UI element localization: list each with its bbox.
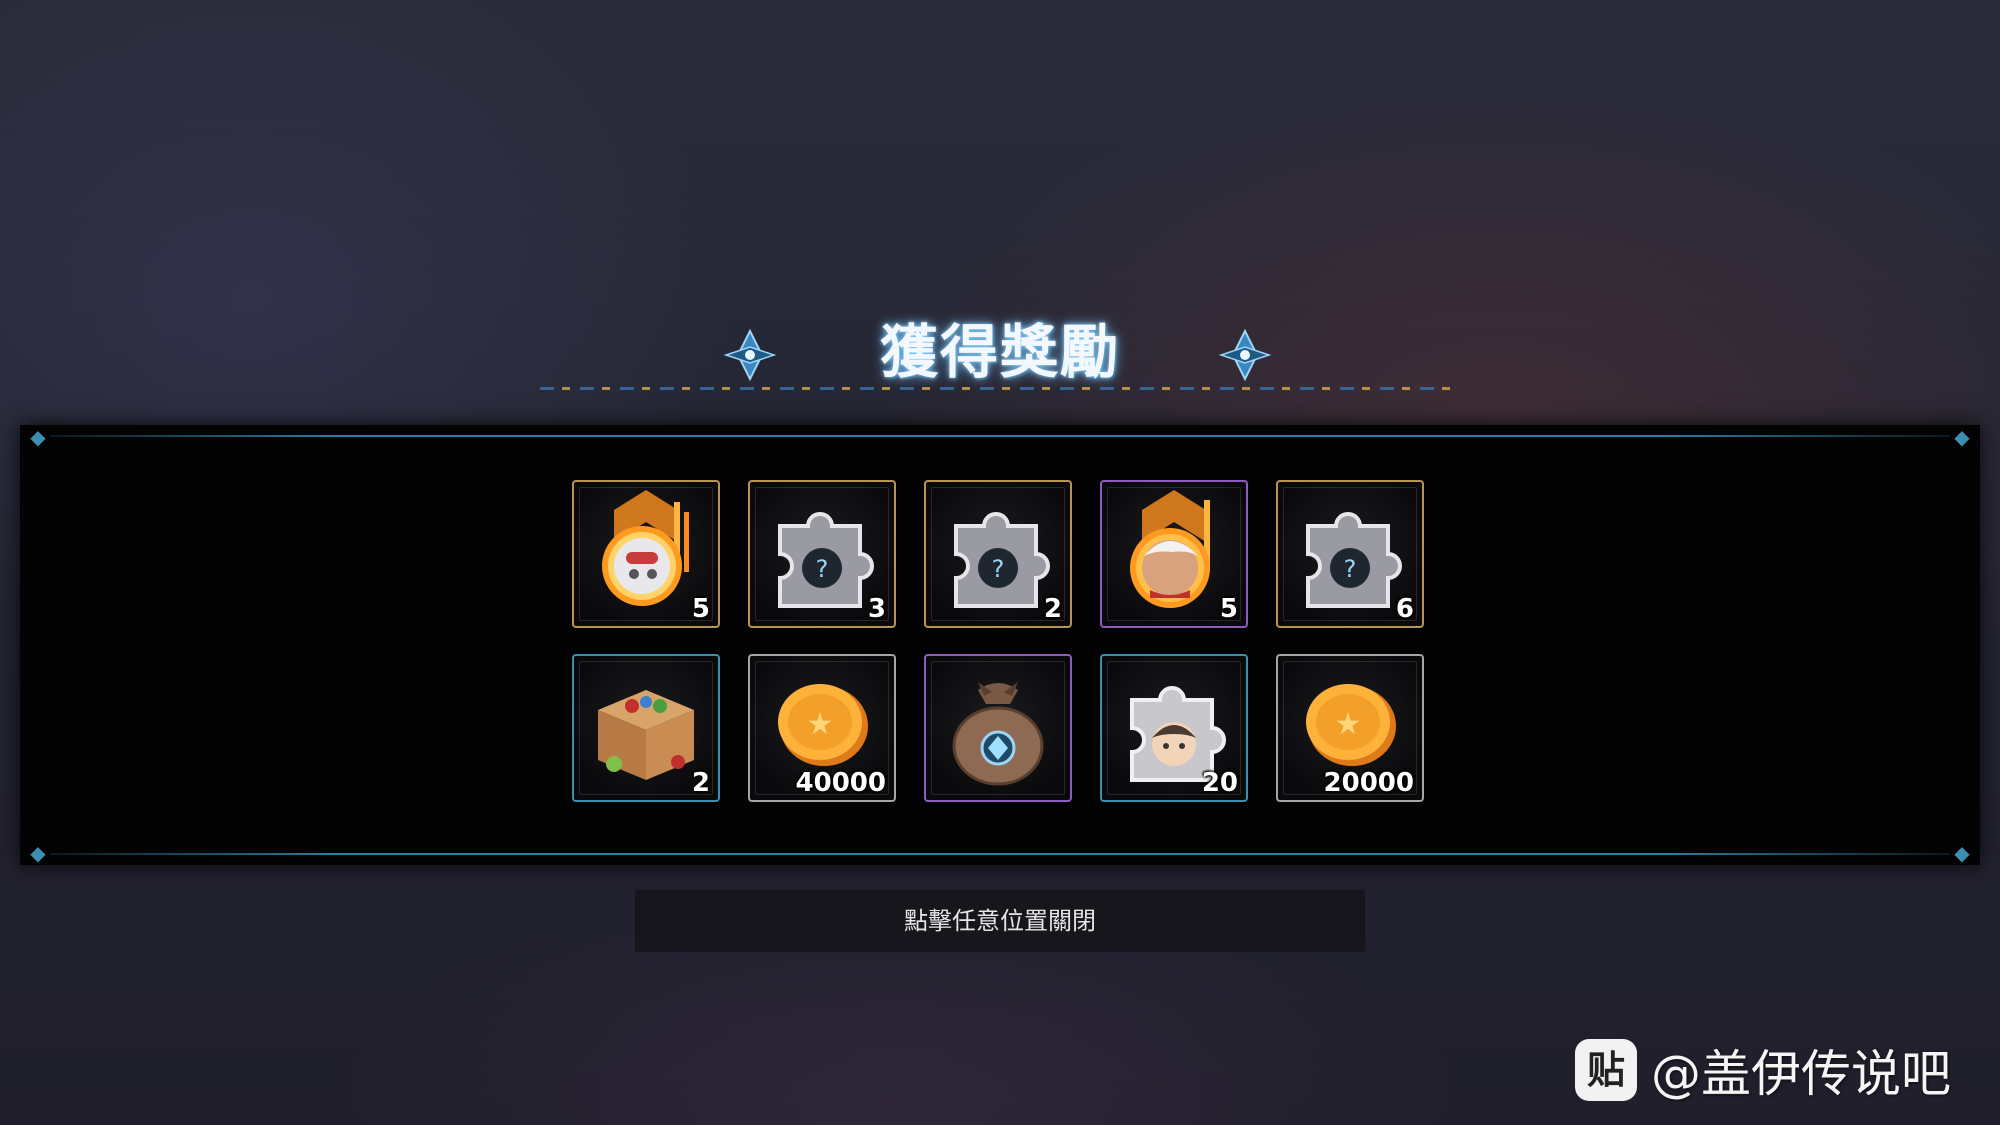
reward-slot[interactable]: 20 xyxy=(1100,654,1248,802)
reward-count: 20000 xyxy=(1323,768,1414,798)
page-title: 獲得獎勵 xyxy=(879,318,1120,386)
svg-text:?: ? xyxy=(1344,555,1357,583)
title-divider xyxy=(540,387,1460,390)
close-hint-bar[interactable]: 點擊任意位置關閉 xyxy=(635,890,1365,952)
reward-slot[interactable]: ? 3 xyxy=(748,480,896,628)
reward-count: 6 xyxy=(1395,594,1414,624)
svg-text:★: ★ xyxy=(1335,707,1362,742)
reward-slot[interactable] xyxy=(924,654,1072,802)
tieba-logo-icon: 贴 xyxy=(1575,1039,1637,1101)
reward-grid: 5 ? 3 ? 2 5 ? 6 2 ★ 40000 20 ★ 20000 xyxy=(572,480,1428,806)
reward-slot[interactable]: ★ 40000 xyxy=(748,654,896,802)
svg-text:★: ★ xyxy=(807,707,834,742)
reward-slot[interactable]: ? 6 xyxy=(1276,480,1424,628)
reward-slot[interactable]: ★ 20000 xyxy=(1276,654,1424,802)
reward-slot[interactable]: 2 xyxy=(572,654,720,802)
reward-count: 2 xyxy=(691,768,710,798)
watermark: 贴 @盖伊传说吧 xyxy=(1575,1035,1951,1105)
reward-count: 40000 xyxy=(795,768,886,798)
reward-slot[interactable]: 5 xyxy=(1100,480,1248,628)
reward-count: 3 xyxy=(867,594,886,624)
corner-ornament-icon: ◆ xyxy=(30,841,46,865)
reward-slot[interactable]: ? 2 xyxy=(924,480,1072,628)
reward-count: 20 xyxy=(1201,768,1238,798)
corner-ornament-icon: ◆ xyxy=(1954,425,1970,449)
ornament-icon xyxy=(1218,328,1272,382)
reward-slot[interactable]: 5 xyxy=(572,480,720,628)
reward-count: 2 xyxy=(1043,594,1062,624)
corner-ornament-icon: ◆ xyxy=(30,425,46,449)
gem-pouch-icon xyxy=(952,682,1044,786)
reward-count: 5 xyxy=(691,594,710,624)
reward-count: 5 xyxy=(1219,594,1238,624)
reward-title-area: 獲得獎勵 xyxy=(0,305,2000,415)
svg-text:?: ? xyxy=(992,555,1005,583)
panel-border-top xyxy=(50,435,1950,437)
panel-border-bottom xyxy=(50,853,1950,855)
svg-text:?: ? xyxy=(816,555,829,583)
watermark-text: @盖伊传说吧 xyxy=(1651,1045,1951,1103)
reward-panel: ◆ ◆ ◆ ◆ 5 ? 3 ? 2 5 ? 6 2 ★ 40000 20 ★ 2… xyxy=(20,425,1980,865)
corner-ornament-icon: ◆ xyxy=(1954,841,1970,865)
